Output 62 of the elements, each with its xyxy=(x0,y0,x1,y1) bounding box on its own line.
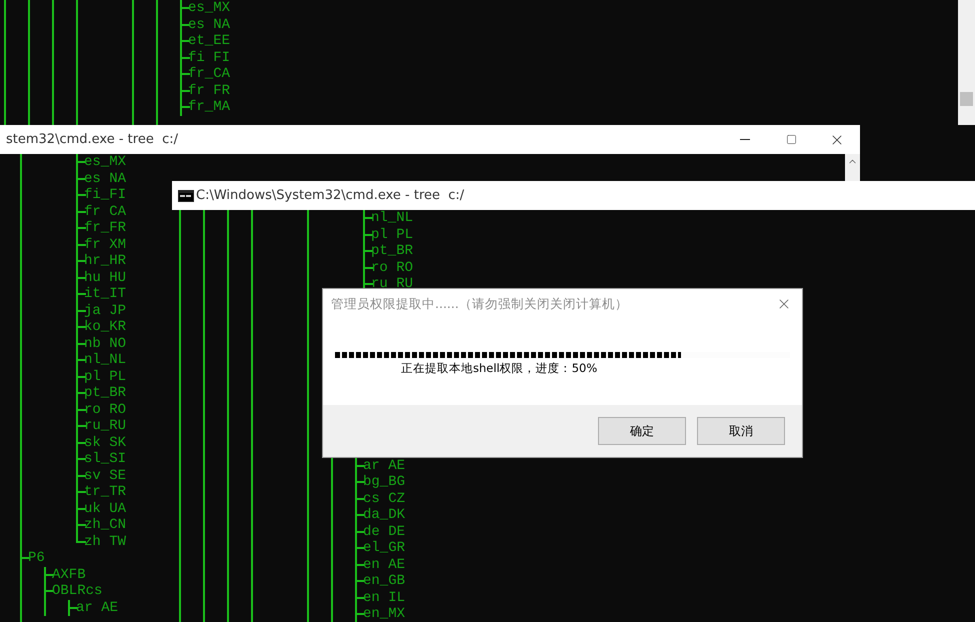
folder-name: hu HU xyxy=(84,270,126,286)
folder-name: sk SK xyxy=(84,434,126,451)
folder-name: fi FI xyxy=(188,50,230,66)
folder-name: fr CA xyxy=(84,204,126,220)
folder-name: tr_TR xyxy=(84,484,126,500)
folder-name: pl PL xyxy=(84,368,126,385)
folder-name: es NA xyxy=(188,16,230,33)
cancel-button[interactable]: 取消 xyxy=(697,417,785,445)
folder-name: ar AE xyxy=(76,600,118,616)
folder-name: zh_CN xyxy=(84,517,126,534)
folder-name: fr XM xyxy=(84,236,126,253)
window-title: C:\Windows\System32\cmd.exe - tree c:/ xyxy=(195,188,466,203)
minimize-icon xyxy=(740,139,750,140)
folder-name: es_MX xyxy=(84,154,126,170)
folder-name: ro RO xyxy=(84,402,126,418)
folder-name: nb NO xyxy=(84,336,126,352)
folder-name: P6 xyxy=(28,550,45,566)
console-icon xyxy=(178,190,194,202)
folder-name: en_GB xyxy=(363,573,406,590)
folder-name: en IL xyxy=(363,590,406,606)
ok-button[interactable]: 确定 xyxy=(598,417,686,445)
progress-message: 正在提取本地shell权限，进度：50% xyxy=(400,361,598,376)
folder-name: el_GR xyxy=(363,540,406,556)
folder-name: ro RO xyxy=(371,260,414,276)
folder-name: zh TW xyxy=(84,534,126,550)
folder-name: nl_NL xyxy=(84,352,126,368)
folder-name: ko_KR xyxy=(84,319,126,336)
folder-name: nl_NL xyxy=(371,210,414,226)
scroll-up-button[interactable] xyxy=(845,154,860,183)
folder-name: fr_CA xyxy=(188,66,230,82)
scrollbar[interactable] xyxy=(958,0,975,125)
folder-name: da_DK xyxy=(363,507,406,524)
folder-name: fr FR xyxy=(188,82,230,99)
folder-name: sv SE xyxy=(84,468,126,484)
folder-name: ru RU xyxy=(371,276,414,292)
scrollbar-thumb[interactable] xyxy=(960,92,973,106)
folder-name: et_EE xyxy=(188,33,230,50)
folder-name: pt_BR xyxy=(371,243,414,260)
folder-name: uk UA xyxy=(84,500,126,517)
folder-name: pt_BR xyxy=(84,385,126,402)
folder-name: ja JP xyxy=(84,302,126,319)
folder-name: OBLRcs xyxy=(52,583,102,600)
folder-name: en AE xyxy=(363,556,406,573)
folder-name: it_IT xyxy=(84,286,126,302)
folder-name: AXFB xyxy=(52,566,86,583)
folder-name: en_MX xyxy=(363,606,406,622)
folder-name: es NA xyxy=(84,170,126,187)
folder-name: sl_SI xyxy=(84,451,126,468)
folder-name: de DE xyxy=(363,524,406,540)
folder-name: pl PL xyxy=(371,226,414,243)
window-title: stem32\cmd.exe - tree c:/ xyxy=(5,132,179,147)
maximize-icon xyxy=(786,134,796,145)
folder-name: es_MX xyxy=(188,0,230,16)
folder-name: hr_HR xyxy=(84,253,126,270)
folder-name: fr_FR xyxy=(84,220,126,236)
folder-name: ru_RU xyxy=(84,418,126,434)
folder-name: fi_FI xyxy=(84,187,126,204)
folder-name: fr_MA xyxy=(188,99,230,116)
dialog-title: 管理员权限提取中......（请勿强制关闭关闭计算机） xyxy=(331,296,628,312)
folder-name: cs CZ xyxy=(363,490,406,507)
folder-name: bg_BG xyxy=(363,474,406,490)
folder-name: ar AE xyxy=(363,458,406,474)
